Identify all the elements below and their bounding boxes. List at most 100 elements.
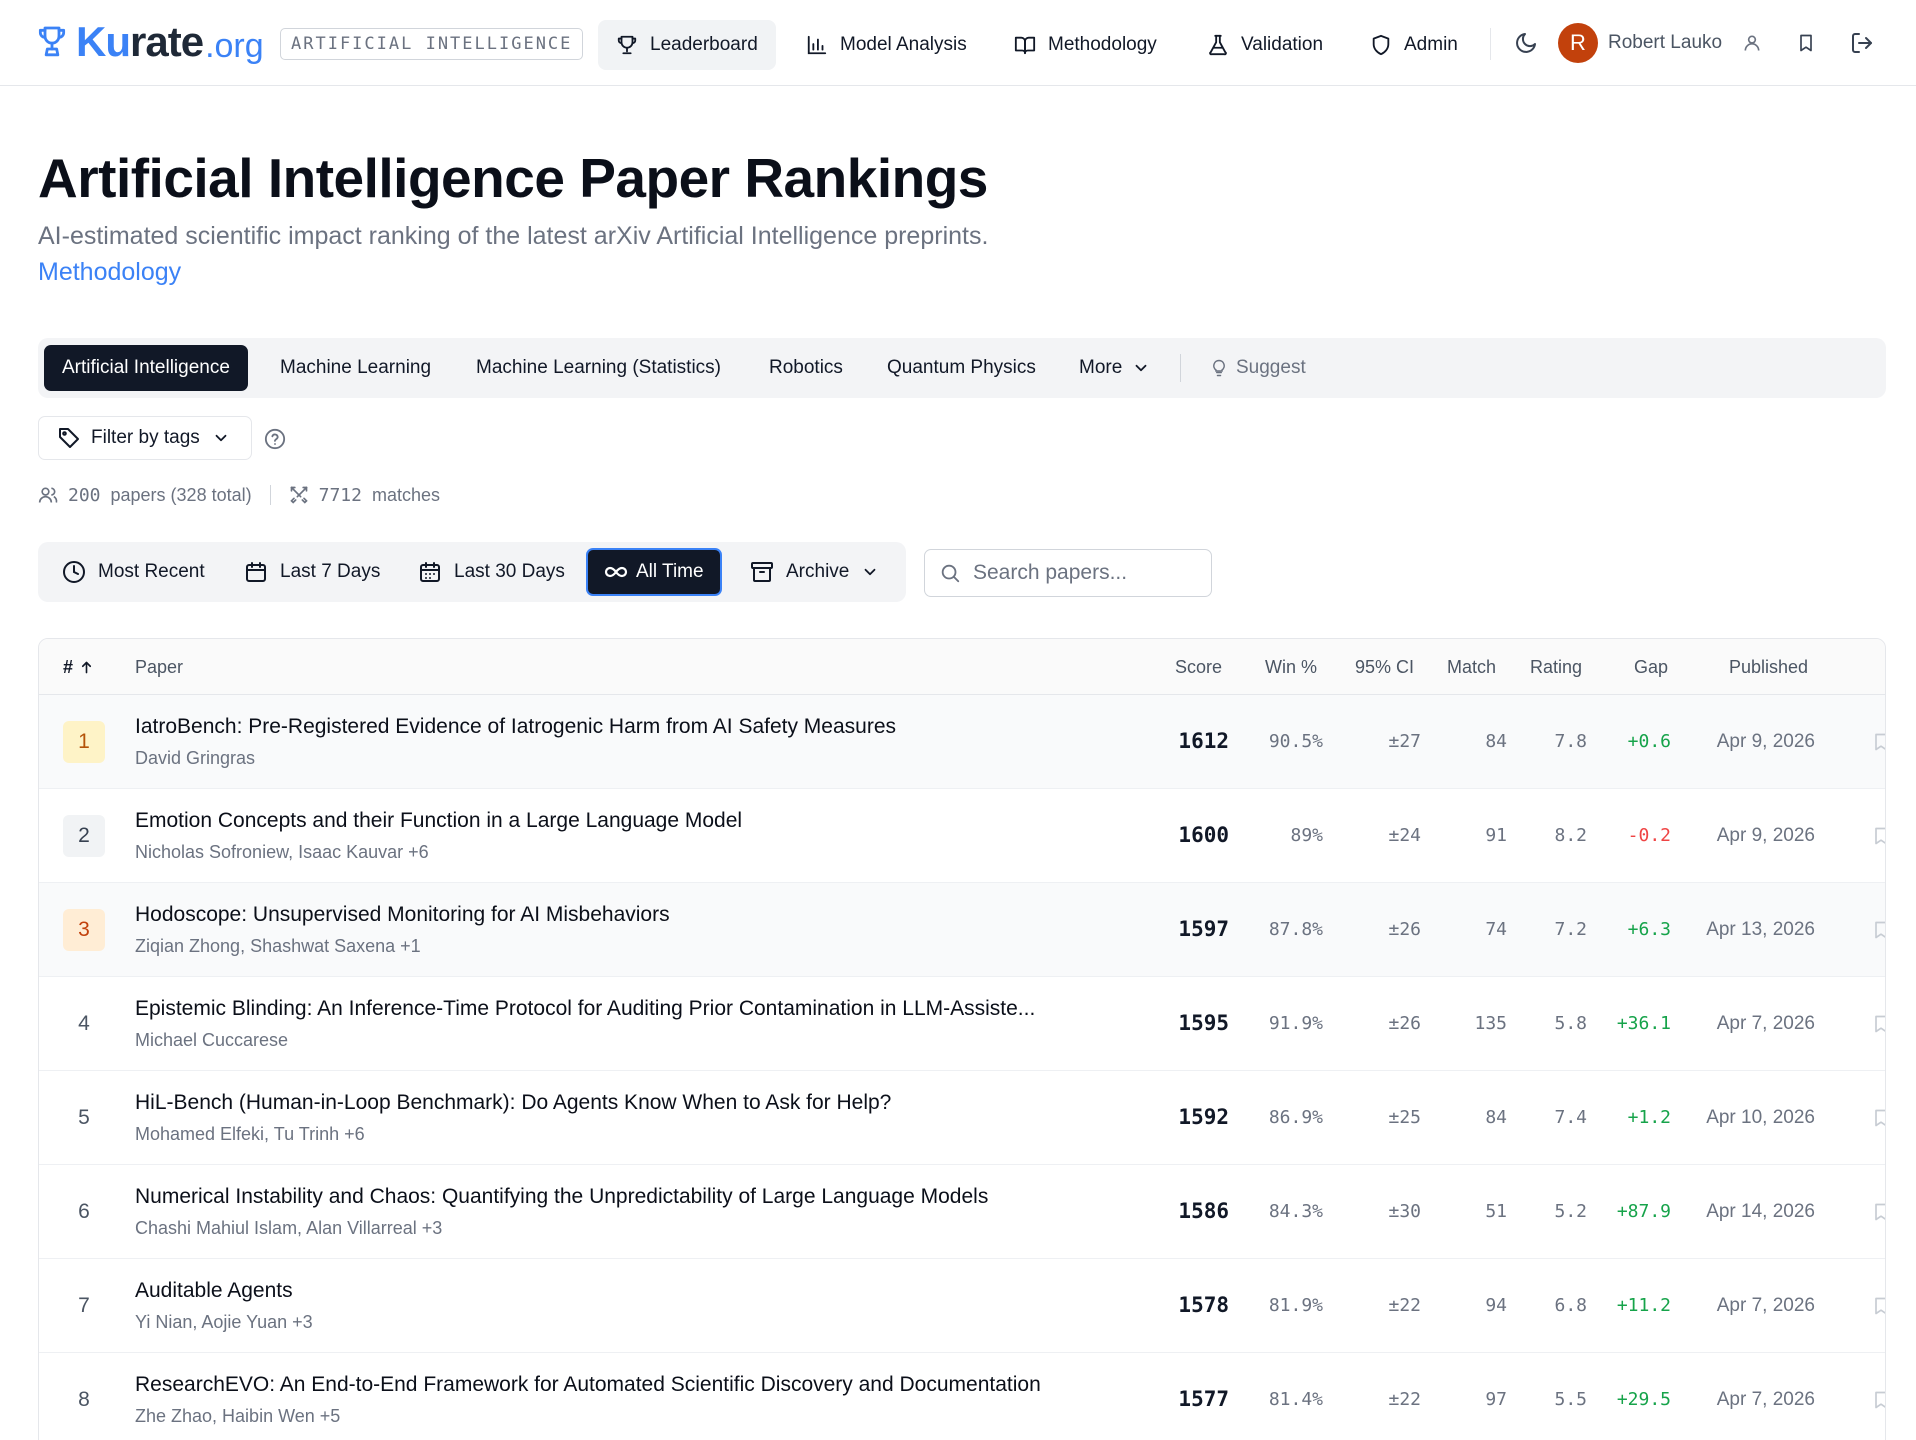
sort-rank-header[interactable]: #	[63, 657, 94, 678]
paper-title[interactable]: Auditable Agents	[135, 1279, 293, 1303]
logo-ku: Ku	[76, 18, 131, 65]
win-value: 81.4%	[1268, 1389, 1323, 1410]
table-row[interactable]: 8 ResearchEVO: An End-to-End Framework f…	[39, 1353, 1886, 1440]
published-header[interactable]: Published	[1729, 657, 1808, 678]
paper-title[interactable]: IatroBench: Pre-Registered Evidence of I…	[135, 715, 896, 739]
table-row[interactable]: 2 Emotion Concepts and their Function in…	[39, 789, 1886, 883]
table-row[interactable]: 7 Auditable Agents Yi Nian, Aojie Yuan +…	[39, 1259, 1886, 1353]
most-recent-button[interactable]: Most Recent	[62, 548, 205, 596]
nav-model-analysis[interactable]: Model Analysis	[806, 20, 967, 70]
infinity-icon	[604, 566, 628, 578]
table-row[interactable]: 1 IatroBench: Pre-Registered Evidence of…	[39, 695, 1886, 789]
win-header[interactable]: Win %	[1265, 657, 1317, 678]
suggest-button[interactable]: Suggest	[1210, 345, 1306, 391]
gap-value: +6.3	[1627, 919, 1671, 940]
chevron-down-icon	[1135, 364, 1147, 372]
paper-title[interactable]: Emotion Concepts and their Function in a…	[135, 809, 742, 833]
rank-number: 6	[78, 1200, 90, 1223]
tabs-divider	[1180, 354, 1181, 382]
score-header[interactable]: Score	[1175, 657, 1222, 678]
paper-title[interactable]: HiL-Bench (Human-in-Loop Benchmark): Do …	[135, 1091, 891, 1115]
methodology-link[interactable]: Methodology	[38, 258, 181, 287]
moon-icon[interactable]	[1514, 31, 1538, 55]
filter-by-tags-button[interactable]: Filter by tags	[38, 416, 252, 460]
page-subtitle: AI-estimated scientific impact ranking o…	[38, 222, 989, 250]
logout-icon[interactable]	[1850, 31, 1874, 55]
nav-methodology[interactable]: Methodology	[1014, 20, 1157, 70]
published-date: Apr 10, 2026	[1706, 1107, 1815, 1128]
user-name[interactable]: Robert Lauko	[1608, 32, 1722, 54]
rating-value: 5.5	[1554, 1389, 1587, 1410]
bookmark-icon[interactable]	[1871, 1390, 1886, 1410]
gap-header[interactable]: Gap	[1634, 657, 1668, 678]
paper-title[interactable]: Epistemic Blinding: An Inference-Time Pr…	[135, 997, 1035, 1021]
rank-number: 8	[78, 1388, 90, 1411]
win-value: 87.8%	[1268, 919, 1323, 940]
match-value: 51	[1485, 1201, 1507, 1222]
logo[interactable]: Ku rate .org	[38, 18, 264, 66]
more-label: More	[1079, 357, 1123, 378]
nav-validation[interactable]: Validation	[1207, 20, 1323, 70]
tab-quantum-physics[interactable]: Quantum Physics	[887, 345, 1036, 391]
archive-dropdown[interactable]: Archive	[750, 548, 879, 596]
top-header: Ku rate .org ARTIFICIAL INTELLIGENCE Leade…	[0, 0, 1916, 86]
ci-value: ±26	[1388, 1013, 1421, 1034]
tab-machine-learning-statistics[interactable]: Machine Learning (Statistics)	[476, 345, 721, 391]
last-30-days-button[interactable]: Last 30 Days	[418, 548, 565, 596]
rank-number: 5	[78, 1106, 90, 1129]
domain-tag: ARTIFICIAL INTELLIGENCE	[280, 28, 584, 60]
tab-machine-learning[interactable]: Machine Learning	[280, 345, 431, 391]
match-value: 84	[1485, 1107, 1507, 1128]
all-time-button[interactable]: All Time	[586, 548, 722, 596]
tab-artificial-intelligence[interactable]: Artificial Intelligence	[44, 345, 248, 391]
rating-header[interactable]: Rating	[1530, 657, 1582, 678]
ci-value: ±30	[1388, 1201, 1421, 1222]
bookmark-icon[interactable]	[1871, 1014, 1886, 1034]
avatar[interactable]: R	[1558, 23, 1598, 63]
rankings-table: # Paper Score Win % 95% CI Match Rating …	[38, 638, 1886, 1440]
published-date: Apr 9, 2026	[1716, 731, 1815, 752]
paper-title[interactable]: Numerical Instability and Chaos: Quantif…	[135, 1185, 988, 1209]
published-date: Apr 7, 2026	[1716, 1295, 1815, 1316]
paper-title[interactable]: ResearchEVO: An End-to-End Framework for…	[135, 1373, 1041, 1397]
paper-header[interactable]: Paper	[135, 657, 183, 678]
ci-value: ±27	[1388, 731, 1421, 752]
nav-leaderboard[interactable]: Leaderboard	[598, 20, 776, 70]
help-icon[interactable]	[264, 428, 286, 450]
bookmark-icon[interactable]	[1871, 1202, 1886, 1222]
bookmark-icon[interactable]	[1871, 1296, 1886, 1316]
book-open-icon	[1014, 36, 1036, 55]
table-row[interactable]: 4 Epistemic Blinding: An Inference-Time …	[39, 977, 1886, 1071]
most-recent-label: Most Recent	[98, 561, 205, 582]
win-value: 89%	[1290, 825, 1323, 846]
lightbulb-icon	[1213, 359, 1225, 377]
papers-count: 200	[68, 484, 101, 506]
paper-authors: Zhe Zhao, Haibin Wen +5	[135, 1406, 341, 1426]
search-box[interactable]	[924, 549, 1212, 597]
rating-value: 6.8	[1554, 1295, 1587, 1316]
rating-value: 7.2	[1554, 919, 1587, 940]
chevron-down-icon	[864, 568, 876, 576]
bookmark-icon[interactable]	[1871, 732, 1886, 752]
more-dropdown[interactable]: More	[1079, 345, 1150, 391]
search-input[interactable]	[973, 561, 1203, 585]
table-row[interactable]: 5 HiL-Bench (Human-in-Loop Benchmark): D…	[39, 1071, 1886, 1165]
nav-divider	[1490, 28, 1491, 60]
bookmark-icon[interactable]	[1796, 33, 1816, 53]
page-title: Artificial Intelligence Paper Rankings	[38, 147, 988, 209]
bookmark-icon[interactable]	[1871, 920, 1886, 940]
bookmark-icon[interactable]	[1871, 1108, 1886, 1128]
match-header[interactable]: Match	[1447, 657, 1496, 678]
table-row[interactable]: 3 Hodoscope: Unsupervised Monitoring for…	[39, 883, 1886, 977]
paper-title[interactable]: Hodoscope: Unsupervised Monitoring for A…	[135, 903, 670, 927]
paper-authors: Mohamed Elfeki, Tu Trinh +6	[135, 1124, 365, 1144]
nav-admin[interactable]: Admin	[1370, 20, 1458, 70]
bookmark-icon[interactable]	[1871, 826, 1886, 846]
table-row[interactable]: 6 Numerical Instability and Chaos: Quant…	[39, 1165, 1886, 1259]
ci-value: ±26	[1388, 919, 1421, 940]
ci-header[interactable]: 95% CI	[1355, 657, 1414, 678]
last-7-days-button[interactable]: Last 7 Days	[244, 548, 380, 596]
nav-admin-label: Admin	[1404, 34, 1458, 55]
tab-robotics[interactable]: Robotics	[769, 345, 843, 391]
user-icon[interactable]	[1742, 33, 1762, 53]
